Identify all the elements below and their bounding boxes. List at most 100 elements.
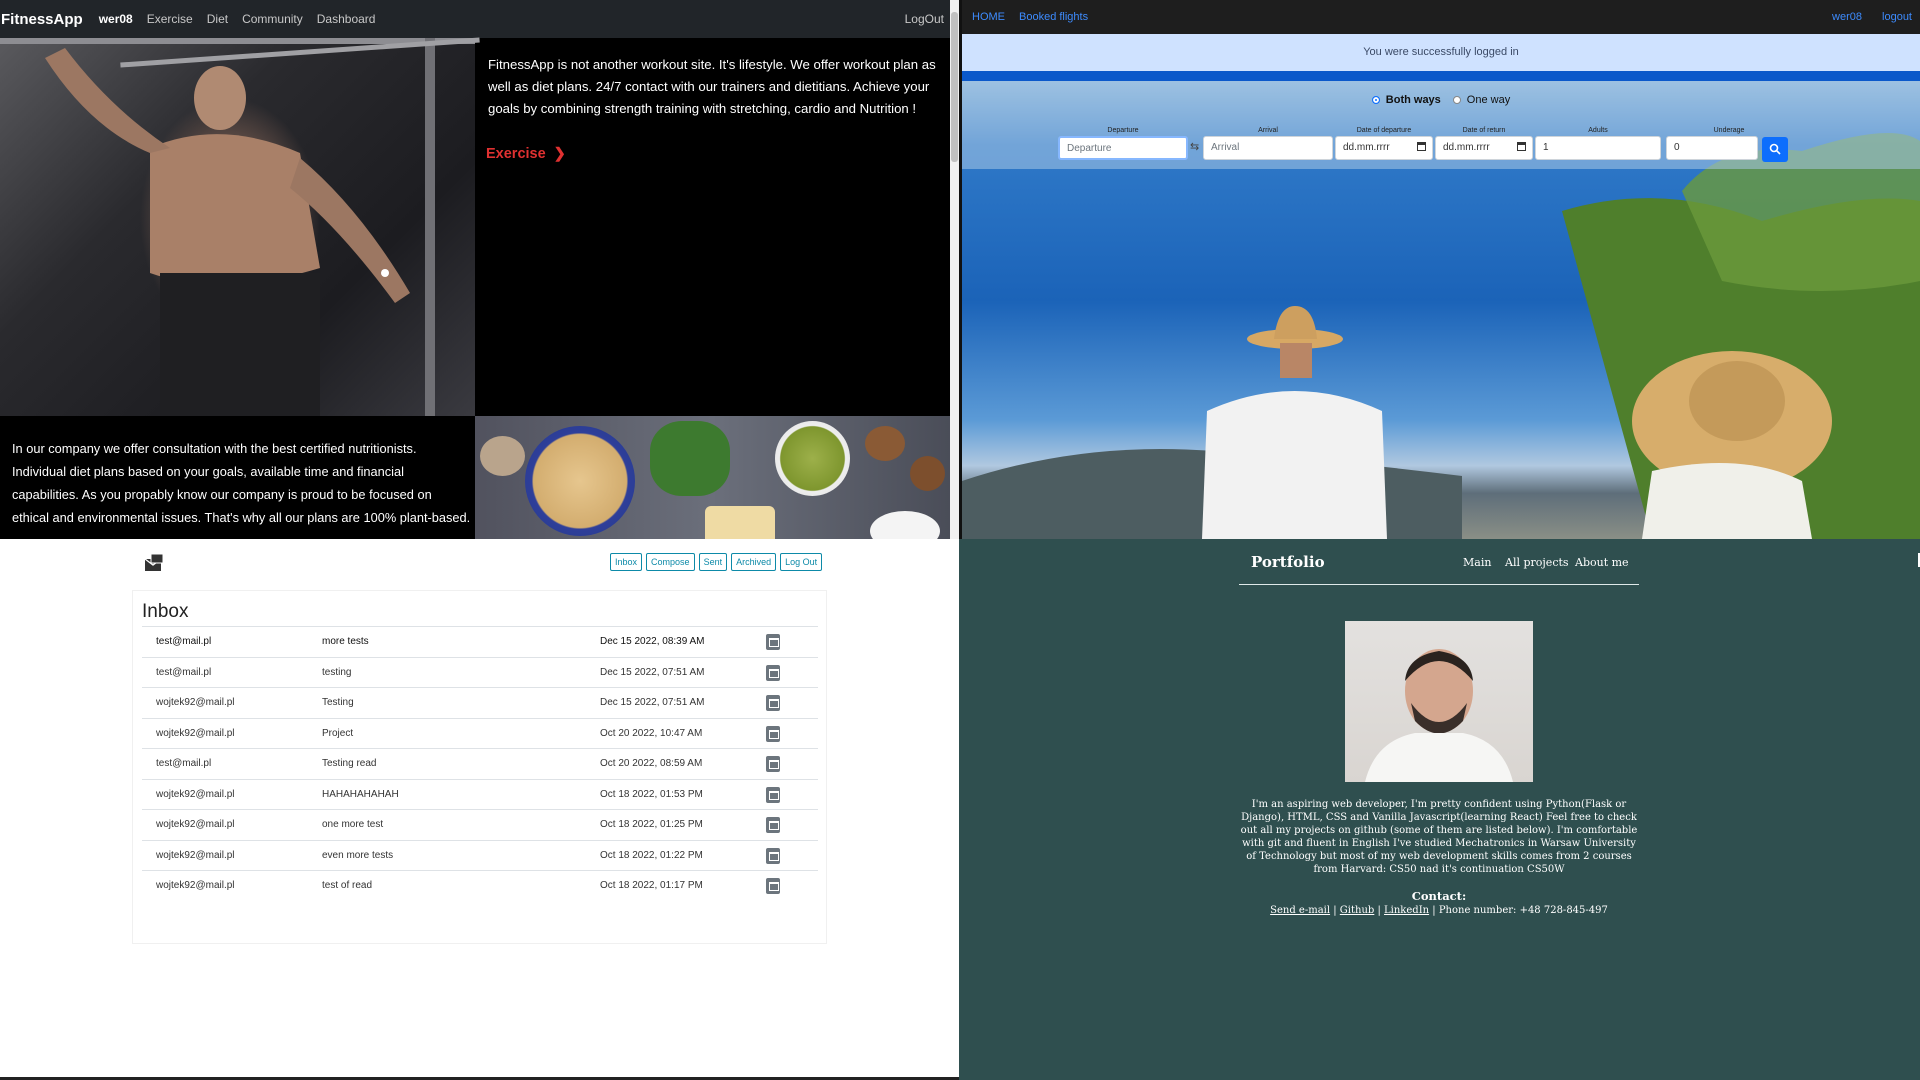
email-date: Oct 18 2022, 01:17 PM bbox=[600, 880, 703, 891]
email-date: Oct 18 2022, 01:22 PM bbox=[600, 849, 703, 861]
email-date: Oct 20 2022, 10:47 AM bbox=[600, 727, 703, 739]
fitness-exercise-link[interactable]: Exercise ❯ bbox=[486, 146, 566, 162]
fitness-nav-exercise[interactable]: Exercise bbox=[147, 12, 193, 26]
email-row[interactable]: wojtek92@mail.pl HAHAHAHAHAH Oct 18 2022, … bbox=[142, 778, 818, 809]
arrival-input[interactable]: Arrival bbox=[1203, 136, 1333, 160]
logout-button[interactable]: Log Out bbox=[780, 553, 823, 571]
email-row[interactable]: wojtek92@mail.pl even more tests Oct 18 20… bbox=[142, 839, 818, 870]
archive-icon[interactable] bbox=[766, 634, 780, 650]
email-date: Oct 18 2022, 01:53 PM bbox=[600, 788, 703, 800]
departure-date-placeholder: dd.mm.rrrr bbox=[1343, 142, 1390, 153]
email-sender: test@mail.pl bbox=[156, 666, 212, 678]
underage-input[interactable]: 0 bbox=[1666, 136, 1758, 160]
return-date-input[interactable]: dd.mm.rrrr bbox=[1435, 136, 1533, 160]
email-row[interactable]: test@mail.pl testing Dec 15 2022, 07:51 AM bbox=[142, 656, 818, 687]
flights-nav-booked[interactable]: Booked flights bbox=[1019, 11, 1088, 23]
archive-icon[interactable] bbox=[766, 725, 780, 742]
both-ways-label[interactable]: Both ways bbox=[1386, 94, 1441, 106]
archived-button[interactable]: Archived bbox=[731, 553, 777, 571]
fitness-diet-text: In our company we offer consultation wit… bbox=[12, 441, 471, 525]
fitness-navbar: FitnessApp wer08 Exercise Diet Community… bbox=[0, 0, 950, 38]
email-date: Oct 18 2022, 01:25 PM bbox=[600, 819, 703, 830]
email-subject: more tests bbox=[322, 636, 369, 647]
archive-icon[interactable] bbox=[766, 664, 780, 681]
fitness-logout-link[interactable]: LogOut bbox=[905, 12, 944, 26]
exercise-link-label: Exercise bbox=[486, 146, 546, 162]
one-way-label[interactable]: One way bbox=[1467, 94, 1510, 106]
fitness-food-image bbox=[475, 416, 950, 539]
email-row[interactable]: wojtek92@mail.pl one more test Oct 18 2022… bbox=[142, 809, 818, 839]
archive-icon[interactable] bbox=[766, 817, 780, 833]
mail-logo-icon[interactable] bbox=[143, 553, 165, 573]
login-success-alert: You were successfully logged in bbox=[962, 34, 1920, 71]
email-row[interactable]: test@mail.pl more tests Dec 15 2022, 08:39… bbox=[142, 626, 818, 656]
departure-date-label: Date of departure bbox=[1356, 127, 1412, 134]
flights-user-link[interactable]: wer08 bbox=[1832, 11, 1862, 23]
flights-logout-link[interactable]: logout bbox=[1882, 11, 1912, 23]
compose-button[interactable]: Compose bbox=[646, 553, 695, 571]
swap-icon[interactable]: ⇆ bbox=[1190, 140, 1199, 153]
calendar-icon[interactable] bbox=[1517, 142, 1526, 151]
email-subject: even more tests bbox=[322, 849, 394, 861]
portfolio-nav-about[interactable]: About me bbox=[1575, 556, 1629, 569]
email-sender: wojtek92@mail.pl bbox=[156, 727, 235, 739]
linkedin-link[interactable]: LinkedIn bbox=[1384, 905, 1429, 916]
email-row[interactable]: wojtek92@mail.pl Testing Dec 15 2022, 07:5… bbox=[142, 687, 818, 717]
adults-input[interactable]: 1 bbox=[1535, 136, 1661, 160]
fitness-hero-text: FitnessApp is not another workout site. … bbox=[488, 57, 936, 116]
sent-button[interactable]: Sent bbox=[698, 553, 728, 571]
email-subject: one more test bbox=[322, 819, 384, 830]
archive-icon[interactable] bbox=[766, 878, 780, 894]
portfolio-brand[interactable]: Portfolio bbox=[1251, 553, 1325, 571]
fitness-user-link[interactable]: wer08 bbox=[99, 12, 133, 26]
departure-label: Departure bbox=[1107, 127, 1139, 134]
inbox-title: Inbox bbox=[142, 601, 189, 622]
fitness-brand[interactable]: FitnessApp bbox=[1, 11, 83, 28]
fitness-nav-dashboard[interactable]: Dashboard bbox=[317, 12, 376, 26]
scrollbar-thumb[interactable] bbox=[951, 12, 958, 162]
departure-input[interactable]: Departure bbox=[1058, 136, 1188, 160]
flights-nav-home[interactable]: HOME bbox=[972, 11, 1005, 23]
portfolio-nav-projects[interactable]: All projects bbox=[1505, 556, 1569, 569]
adults-label: Adults bbox=[1588, 127, 1608, 134]
both-ways-radio[interactable] bbox=[1371, 96, 1380, 104]
profile-photo bbox=[1345, 621, 1533, 782]
email-sender: wojtek92@mail.pl bbox=[156, 819, 235, 830]
fitness-nav-diet[interactable]: Diet bbox=[207, 12, 228, 26]
arrival-label: Arrival bbox=[1258, 127, 1278, 134]
github-link[interactable]: Github bbox=[1340, 905, 1375, 916]
phone-number: Phone number: +48 728-845-497 bbox=[1438, 905, 1608, 916]
archive-icon[interactable] bbox=[766, 756, 780, 772]
fitness-hero-image bbox=[0, 37, 480, 416]
one-way-radio[interactable] bbox=[1452, 96, 1461, 104]
send-email-link[interactable]: Send e-mail bbox=[1270, 905, 1330, 916]
archive-icon[interactable] bbox=[766, 786, 780, 803]
email-subject: testing bbox=[322, 666, 352, 678]
email-subject: Testing read bbox=[322, 758, 377, 769]
portfolio-navbar: Portfolio Main All projects About me bbox=[1239, 539, 1639, 585]
return-date-placeholder: dd.mm.rrrr bbox=[1443, 142, 1490, 153]
email-sender: test@mail.pl bbox=[156, 636, 212, 647]
inbox-button[interactable]: Inbox bbox=[610, 553, 643, 571]
fitness-scrollbar[interactable] bbox=[950, 0, 959, 539]
archive-icon[interactable] bbox=[766, 847, 780, 864]
fitness-nav-community[interactable]: Community bbox=[242, 12, 303, 26]
archive-icon[interactable] bbox=[766, 695, 780, 711]
mail-nav-buttons: Inbox Compose Sent Archived Log Out bbox=[610, 553, 823, 571]
email-row[interactable]: wojtek92@mail.pl test of read Oct 18 2022,… bbox=[142, 870, 818, 900]
flight-search-button[interactable] bbox=[1762, 137, 1788, 162]
portfolio-nav-main[interactable]: Main bbox=[1463, 556, 1491, 569]
email-sender: wojtek92@mail.pl bbox=[156, 880, 235, 891]
email-row[interactable]: test@mail.pl Testing read Oct 20 2022, 08:… bbox=[142, 748, 818, 778]
contact-heading: Contact: bbox=[1411, 889, 1467, 903]
email-date: Oct 20 2022, 08:59 AM bbox=[600, 758, 703, 769]
flights-app-window: HOME Booked flights wer08 logout You wer… bbox=[962, 0, 1920, 539]
email-sender: test@mail.pl bbox=[156, 758, 212, 769]
email-sender: wojtek92@mail.pl bbox=[156, 697, 235, 708]
alert-divider bbox=[962, 71, 1920, 81]
email-row[interactable]: wojtek92@mail.pl Project Oct 20 2022, 10:4… bbox=[142, 717, 818, 748]
email-date: Dec 15 2022, 07:51 AM bbox=[600, 697, 705, 708]
departure-date-input[interactable]: dd.mm.rrrr bbox=[1335, 136, 1433, 160]
calendar-icon[interactable] bbox=[1417, 142, 1426, 151]
fitness-app-window: FitnessApp wer08 Exercise Diet Community… bbox=[0, 0, 959, 539]
